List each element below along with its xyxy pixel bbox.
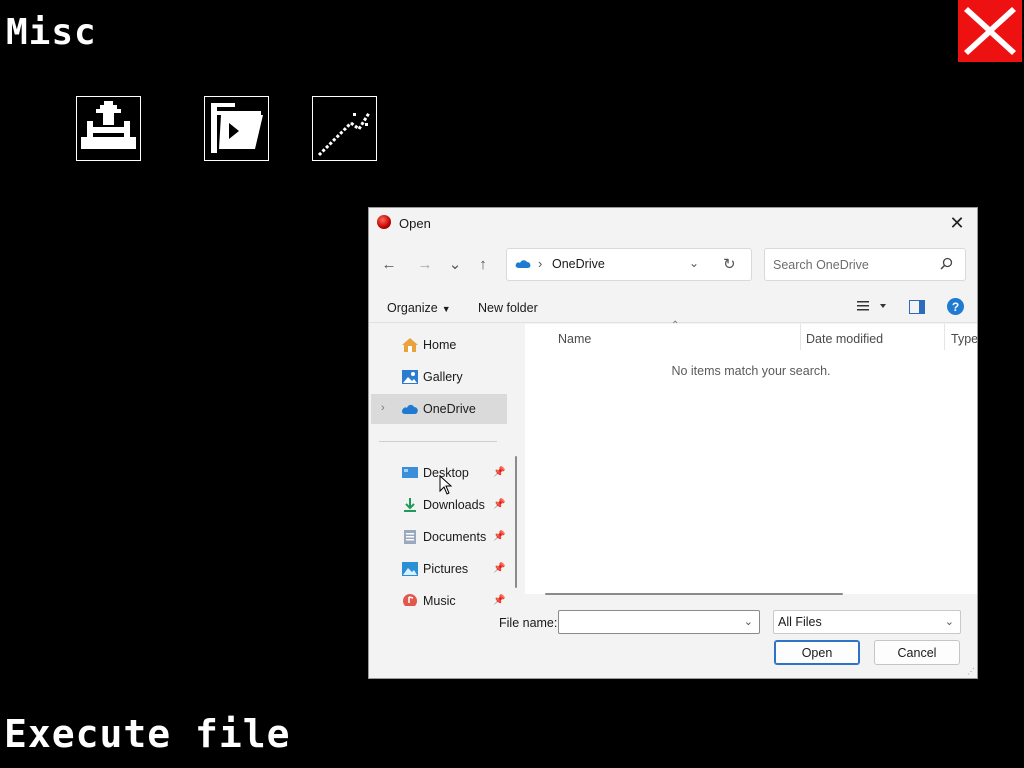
desktop-icon (402, 467, 418, 478)
dialog-title: Open (399, 216, 431, 231)
file-type-value: All Files (778, 615, 822, 629)
dialog-titlebar: Open ✕ (369, 208, 977, 238)
pin-icon[interactable]: 📌 (493, 531, 505, 542)
pin-icon[interactable]: 📌 (493, 595, 505, 606)
sidebar-item-label: Gallery (423, 370, 463, 384)
search-input[interactable] (771, 255, 935, 275)
onedrive-icon (515, 260, 531, 268)
close-icon (964, 7, 1016, 55)
page-title: Misc (6, 12, 97, 53)
caret-down-icon: ▼ (441, 304, 451, 314)
chevron-down-icon[interactable]: ⌄ (744, 615, 753, 628)
search-icon (940, 257, 953, 270)
sidebar-item-label: Downloads (423, 498, 485, 512)
navigation-bar: ← → ⌄ ↑ › OneDrive ⌄ ↻ (369, 246, 977, 282)
sidebar-divider (379, 441, 497, 442)
pictures-icon (402, 562, 418, 576)
empty-state-message: No items match your search. (671, 364, 831, 378)
sidebar-item-documents[interactable]: Documents 📌 (371, 522, 507, 552)
file-name-combobox[interactable]: ⌄ (558, 610, 760, 634)
recent-locations-button[interactable]: ⌄ (443, 252, 467, 276)
file-name-label: File name: (499, 616, 558, 630)
column-header-name[interactable]: Name (558, 332, 591, 354)
dialog-close-button[interactable]: ✕ (943, 211, 971, 235)
onedrive-icon (401, 404, 418, 414)
sidebar-item-music[interactable]: Music 📌 (371, 586, 507, 606)
sort-ascending-icon: ⌃ (671, 320, 680, 331)
upload-tool-button[interactable] (76, 96, 141, 161)
upload-tray-icon (81, 101, 136, 149)
open-folder-icon (211, 103, 263, 153)
breadcrumb[interactable]: OneDrive (552, 257, 605, 271)
chevron-down-icon[interactable]: ⌄ (689, 256, 699, 270)
magic-wand-icon (317, 112, 371, 157)
vertical-scrollbar[interactable] (515, 456, 517, 588)
column-header-date-modified[interactable]: Date modified (806, 332, 883, 354)
pin-icon[interactable]: 📌 (493, 467, 505, 478)
view-options-button[interactable] (857, 300, 887, 315)
footer-caption: Execute file (4, 712, 291, 756)
column-header-type[interactable]: Type (951, 332, 978, 354)
sidebar-item-pictures[interactable]: Pictures 📌 (371, 554, 507, 584)
sidebar-item-gallery[interactable]: Gallery (371, 362, 507, 392)
forward-button[interactable]: → (413, 252, 437, 276)
sidebar-item-label: Music (423, 594, 456, 606)
app-icon (377, 215, 391, 229)
help-button[interactable]: ? (947, 298, 964, 315)
file-list: ⌃ Name Date modified Type No items match… (525, 320, 978, 595)
preview-pane-icon[interactable] (909, 300, 925, 314)
wand-tool-button[interactable] (312, 96, 377, 161)
cancel-button[interactable]: Cancel (874, 640, 960, 665)
refresh-icon[interactable]: ↻ (723, 255, 736, 273)
organize-label: Organize (387, 301, 438, 315)
column-divider[interactable] (944, 324, 945, 350)
file-type-select[interactable]: All Files ⌄ (773, 610, 961, 634)
search-box[interactable] (764, 248, 966, 281)
navigation-pane: Home Gallery › OneDrive Desktop 📌 Downlo… (369, 324, 525, 606)
chevron-down-icon: ⌄ (944, 616, 954, 628)
new-folder-button[interactable]: New folder (478, 301, 538, 315)
file-name-input[interactable] (563, 614, 737, 632)
horizontal-scrollbar[interactable] (545, 593, 843, 595)
organize-menu[interactable]: Organize ▼ (387, 301, 451, 315)
column-divider[interactable] (800, 324, 801, 350)
gallery-icon (402, 370, 418, 384)
chevron-right-icon[interactable]: › (381, 402, 385, 414)
documents-icon (404, 530, 416, 544)
open-file-dialog: Open ✕ ← → ⌄ ↑ › OneDrive ⌄ ↻ Organize▼ … (368, 207, 978, 679)
sidebar-item-label: OneDrive (423, 402, 476, 416)
sidebar-item-label: Home (423, 338, 457, 352)
open-tool-button[interactable] (204, 96, 269, 161)
music-icon (403, 594, 417, 606)
sidebar-item-home[interactable]: Home (371, 330, 507, 360)
breadcrumb-separator: › (538, 256, 543, 271)
close-button[interactable] (958, 0, 1022, 62)
resize-grip-icon[interactable]: ⋰ (967, 667, 975, 676)
sidebar-item-label: Documents (423, 530, 487, 544)
pin-icon[interactable]: 📌 (493, 563, 505, 574)
home-icon (402, 338, 418, 352)
downloads-icon (404, 498, 416, 512)
sidebar-item-onedrive[interactable]: › OneDrive (371, 394, 507, 424)
address-bar[interactable]: › OneDrive ⌄ ↻ (506, 248, 752, 281)
dialog-footer: File name: ⌄ All Files ⌄ Open Cancel ⋰ (369, 606, 977, 678)
sidebar-item-label: Pictures (423, 562, 469, 576)
view-list-icon (857, 301, 886, 311)
command-bar: Organize ▼ New folder ? (369, 294, 977, 323)
back-button[interactable]: ← (377, 252, 401, 276)
mouse-cursor-icon (439, 475, 453, 495)
up-button[interactable]: ↑ (471, 252, 495, 276)
pin-icon[interactable]: 📌 (493, 499, 505, 510)
open-button[interactable]: Open (774, 640, 860, 665)
